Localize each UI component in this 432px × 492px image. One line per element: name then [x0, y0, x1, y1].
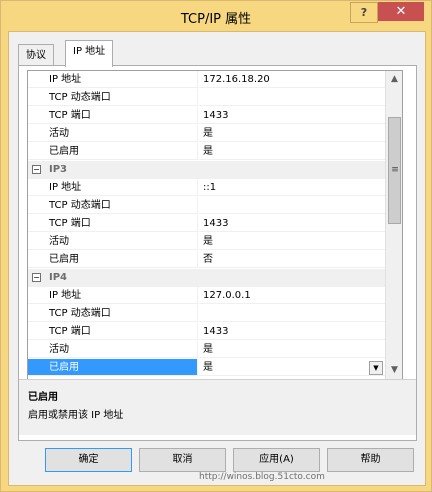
property-name: TCP 动态端口 — [28, 197, 198, 214]
property-row[interactable]: IP 地址 172.16.18.20 — [28, 71, 385, 89]
property-value[interactable]: 否 — [199, 251, 385, 268]
property-value[interactable] — [199, 89, 385, 106]
property-name: 已启用 — [28, 143, 198, 160]
property-row[interactable]: TCP 端口 1433 — [28, 323, 385, 341]
collapse-icon[interactable]: − — [32, 273, 41, 282]
property-value[interactable]: 172.16.18.20 — [199, 71, 385, 88]
scroll-up-icon[interactable]: ▲ — [387, 71, 402, 88]
help-title-button[interactable]: ? — [350, 2, 378, 23]
property-row[interactable]: TCP 端口 1433 — [28, 215, 385, 233]
property-value[interactable]: 1433 — [199, 215, 385, 232]
property-value[interactable]: 是 — [199, 233, 385, 250]
property-name: 已启用 — [28, 359, 198, 376]
close-button[interactable]: ✕ — [378, 2, 424, 21]
collapse-icon[interactable]: − — [32, 165, 41, 174]
property-value[interactable]: 1433 — [199, 107, 385, 124]
description-text: 启用或禁用该 IP 地址 — [28, 410, 124, 421]
property-value[interactable] — [199, 305, 385, 322]
property-name: TCP 端口 — [28, 323, 198, 340]
property-value[interactable]: 1433 — [199, 323, 385, 340]
ok-button[interactable]: 确定 — [45, 448, 132, 472]
title-bar: TCP/IP 属性 ? ✕ — [1, 1, 431, 31]
dialog-window: TCP/IP 属性 ? ✕ 协议 IP 地址 IP 地址 172.16.18.2… — [0, 0, 432, 492]
property-row[interactable]: IP 地址 127.0.0.1 — [28, 287, 385, 305]
property-value-dropdown[interactable]: 是 ▼ — [199, 359, 385, 376]
dialog-client: 协议 IP 地址 IP 地址 172.16.18.20 TCP 动态端口 TCP… — [8, 31, 426, 486]
property-name: IP 地址 — [28, 287, 198, 304]
property-row[interactable]: TCP 动态端口 — [28, 89, 385, 107]
property-row[interactable]: TCP 动态端口 — [28, 197, 385, 215]
property-row[interactable]: 活动 是 — [28, 341, 385, 359]
property-name: TCP 动态端口 — [28, 305, 198, 322]
property-name: IP 地址 — [28, 179, 198, 196]
help-button[interactable]: 帮助 — [327, 448, 414, 472]
property-value[interactable]: 是 — [199, 125, 385, 142]
description-title: 已启用 — [28, 392, 58, 403]
property-row[interactable]: 活动 是 — [28, 125, 385, 143]
description-pane: 已启用 启用或禁用该 IP 地址 — [19, 379, 416, 435]
property-row[interactable]: 已启用 否 — [28, 251, 385, 269]
property-value[interactable]: 127.0.0.1 — [199, 287, 385, 304]
property-name: TCP 动态端口 — [28, 89, 198, 106]
property-name: 活动 — [28, 125, 198, 142]
property-row[interactable]: TCP 端口 1433 — [28, 107, 385, 125]
property-value[interactable]: 是 — [199, 341, 385, 358]
dropdown-arrow-icon[interactable]: ▼ — [369, 361, 383, 375]
cancel-button[interactable]: 取消 — [139, 448, 226, 472]
property-row[interactable]: 已启用 是 — [28, 143, 385, 161]
tab-panel-ip-address: IP 地址 172.16.18.20 TCP 动态端口 TCP 端口 1433 … — [18, 65, 417, 441]
tab-ip-address[interactable]: IP 地址 — [65, 40, 114, 67]
property-grid: IP 地址 172.16.18.20 TCP 动态端口 TCP 端口 1433 … — [27, 70, 403, 380]
property-value[interactable]: ::1 — [199, 179, 385, 196]
property-name: TCP 端口 — [28, 107, 198, 124]
property-row[interactable]: 活动 是 — [28, 233, 385, 251]
property-name: 已启用 — [28, 251, 198, 268]
vertical-scrollbar[interactable]: ▲ ≡ ▼ — [385, 71, 402, 379]
property-row[interactable]: TCP 动态端口 — [28, 305, 385, 323]
property-value[interactable]: 是 — [199, 143, 385, 160]
category-ip3[interactable]: − IP3 — [28, 161, 385, 179]
apply-button[interactable]: 应用(A) — [233, 448, 320, 472]
property-row-selected[interactable]: 已启用 是 ▼ — [28, 359, 385, 377]
category-title: IP4 — [49, 272, 68, 283]
watermark-text: http://winos.blog.51cto.com — [199, 472, 325, 482]
property-name: 活动 — [28, 233, 198, 250]
scroll-down-icon[interactable]: ▼ — [387, 362, 402, 379]
tab-protocol[interactable]: 协议 — [18, 44, 54, 67]
property-row[interactable]: IP 地址 ::1 — [28, 179, 385, 197]
property-name: 活动 — [28, 341, 198, 358]
category-ip4[interactable]: − IP4 — [28, 269, 385, 287]
property-name: IP 地址 — [28, 71, 198, 88]
grip-icon: ≡ — [391, 165, 399, 175]
property-name: TCP 端口 — [28, 215, 198, 232]
category-title: IP3 — [49, 164, 68, 175]
scroll-thumb[interactable]: ≡ — [388, 117, 401, 224]
property-value[interactable] — [199, 197, 385, 214]
